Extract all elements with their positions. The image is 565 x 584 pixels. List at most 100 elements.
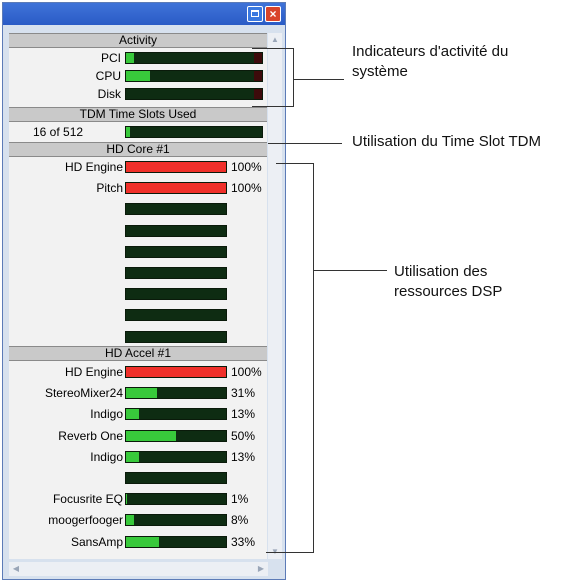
annotation-tdm: Utilisation du Time Slot TDM <box>352 133 541 150</box>
hd-accel-percent: 31% <box>231 386 256 401</box>
meters-panel: Activity PCI CPU Disk TDM Time Slots Used … <box>9 33 267 559</box>
hd-core-header: HD Core #1 <box>9 142 267 157</box>
hd-accel-row: Indigo 13% <box>9 405 267 423</box>
callout-line <box>276 163 314 164</box>
activity-meter <box>125 70 263 82</box>
hd-accel-plugin-label: HD Engine <box>64 365 123 379</box>
hd-accel-meter <box>125 387 227 400</box>
callout-line <box>313 163 314 552</box>
hd-accel-meter-fill <box>126 451 139 462</box>
tdm-value: 16 of 512 <box>33 125 84 139</box>
hd-accel-meter-fill <box>126 494 127 505</box>
hd-core-meter <box>125 224 227 237</box>
hd-core-meter <box>125 330 227 343</box>
hd-accel-plugin-label: Indigo <box>90 449 123 464</box>
hd-accel-row: StereoMixer24 31% <box>9 384 267 402</box>
vertical-scrollbar[interactable]: ▲ ▼ <box>268 33 282 559</box>
annotation-activity: Indicateurs d'activité du système <box>352 43 509 80</box>
hd-core-row <box>9 243 267 261</box>
hd-accel-meter <box>125 472 227 484</box>
hd-accel-meter <box>125 408 227 421</box>
activity-label: CPU <box>95 69 121 83</box>
callout-line <box>252 48 294 49</box>
activity-label: PCI <box>100 51 121 65</box>
activity-peak-indicator <box>254 89 262 99</box>
hd-accel-meter-fill <box>126 430 176 441</box>
system-usage-window: × Activity PCI CPU Disk TDM Time Slots Use… <box>2 2 286 580</box>
activity-row: PCI <box>9 49 267 67</box>
hd-accel-percent: 100% <box>231 365 262 379</box>
activity-meter <box>125 88 263 100</box>
hd-accel-plugin-label: moogerfooger <box>48 513 123 528</box>
callout-line <box>293 48 294 106</box>
hd-core-meter <box>125 309 227 322</box>
hd-accel-meter-fill <box>126 515 134 526</box>
hd-accel-header: HD Accel #1 <box>9 346 267 361</box>
hd-core-meter <box>125 182 227 195</box>
hd-accel-plugin-label: Reverb One <box>58 428 123 443</box>
hd-core-percent: 100% <box>231 160 262 174</box>
hd-core-row: HD Engine 100% <box>9 158 267 176</box>
hd-accel-percent: 33% <box>231 534 256 549</box>
hd-accel-percent: 13% <box>231 449 256 464</box>
hd-core-row <box>9 306 267 324</box>
callout-line <box>313 270 387 271</box>
callout-line <box>294 79 344 80</box>
hd-accel-meter <box>125 493 227 506</box>
hd-accel-meter-fill <box>126 388 157 399</box>
tdm-row: 16 of 512 <box>9 123 267 141</box>
tdm-header: TDM Time Slots Used <box>9 107 267 122</box>
scroll-left-icon[interactable]: ◀ <box>9 562 23 576</box>
hd-accel-meter-fill <box>126 367 226 377</box>
title-bar: × <box>3 3 285 25</box>
tdm-meter-fill <box>126 127 131 137</box>
hd-accel-percent: 8% <box>231 513 249 528</box>
hd-core-plugin-label: Pitch <box>96 181 123 196</box>
hd-accel-meter <box>125 429 227 442</box>
tdm-meter <box>125 126 263 138</box>
activity-meter <box>125 52 263 64</box>
activity-label: Disk <box>97 87 121 101</box>
activity-peak-indicator <box>254 71 262 81</box>
annotation-dsp: Utilisation des ressources DSP <box>394 263 503 300</box>
hd-core-row <box>9 200 267 218</box>
hd-accel-plugin-label: Indigo <box>90 407 123 422</box>
hd-core-row: Pitch 100% <box>9 179 267 197</box>
activity-row: CPU <box>9 67 267 85</box>
hd-accel-meter <box>125 535 227 548</box>
hd-core-row <box>9 328 267 346</box>
hd-core-row <box>9 264 267 282</box>
hd-accel-row: HD Engine 100% <box>9 363 267 381</box>
callout-line <box>266 552 314 553</box>
hd-accel-meter-fill <box>126 536 159 547</box>
hd-core-meter <box>125 203 227 216</box>
hd-accel-row: Focusrite EQ 1% <box>9 490 267 508</box>
activity-row: Disk <box>9 85 267 103</box>
hd-core-meter-fill <box>126 162 226 172</box>
hd-accel-row: Reverb One 50% <box>9 427 267 445</box>
hd-accel-plugin-label: Focusrite EQ <box>52 492 123 507</box>
close-icon[interactable]: × <box>265 6 281 22</box>
hd-core-row <box>9 222 267 240</box>
hd-accel-meter <box>125 450 227 463</box>
hd-accel-row: SansAmp 33% <box>9 533 267 551</box>
hd-core-percent: 100% <box>231 181 262 196</box>
hd-accel-meter-fill <box>126 409 139 420</box>
hd-core-row <box>9 285 267 303</box>
scroll-up-icon[interactable]: ▲ <box>268 33 282 47</box>
hd-accel-plugin-label: StereoMixer24 <box>44 386 123 401</box>
activity-header: Activity <box>9 33 267 48</box>
hd-accel-percent: 1% <box>231 492 249 507</box>
hd-core-meter <box>125 267 227 279</box>
hd-core-meter <box>125 288 227 301</box>
horizontal-scrollbar[interactable]: ◀ ▶ <box>9 562 268 576</box>
hd-accel-percent: 50% <box>231 428 256 443</box>
scroll-right-icon[interactable]: ▶ <box>254 562 268 576</box>
hd-core-plugin-label: HD Engine <box>64 160 123 174</box>
hd-core-meter-fill <box>126 183 226 194</box>
activity-meter-fill <box>126 71 151 81</box>
minimize-icon[interactable] <box>247 6 263 22</box>
hd-accel-plugin-label: SansAmp <box>70 534 123 549</box>
hd-core-meter <box>125 245 227 258</box>
hd-accel-row: moogerfooger 8% <box>9 511 267 529</box>
